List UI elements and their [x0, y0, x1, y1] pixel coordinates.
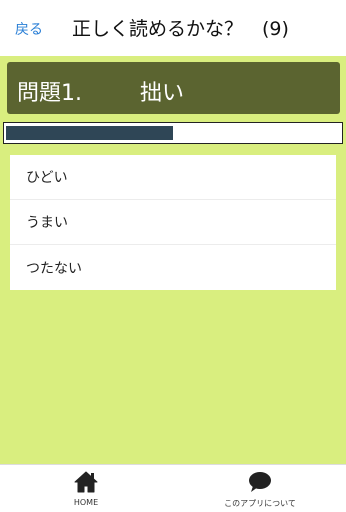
- back-button[interactable]: 戻る: [15, 19, 43, 39]
- choice-option-1[interactable]: ひどい: [10, 155, 336, 200]
- chat-bubble-icon: [248, 471, 272, 493]
- question-word: 拙い: [140, 81, 185, 106]
- tab-about-app[interactable]: このアプリについて: [200, 465, 320, 512]
- choice-option-3[interactable]: つたない: [10, 245, 336, 290]
- progress-bar: [3, 122, 343, 144]
- question-number: 問題1.: [17, 81, 82, 106]
- page-title: 正しく読めるかな？ (9): [72, 18, 289, 40]
- tab-bar: HOME このアプリについて: [0, 464, 346, 512]
- tab-home[interactable]: HOME: [56, 465, 116, 512]
- question-box: 問題1. 拙い: [7, 62, 340, 114]
- tab-about-label: このアプリについて: [224, 499, 296, 508]
- home-icon: [74, 471, 98, 493]
- tab-home-label: HOME: [73, 498, 99, 507]
- progress-fill: [6, 126, 173, 140]
- choice-option-2[interactable]: うまい: [10, 200, 336, 245]
- header: 戻る 正しく読めるかな？ (9): [0, 0, 346, 56]
- choice-list: ひどい うまい つたない: [10, 155, 336, 290]
